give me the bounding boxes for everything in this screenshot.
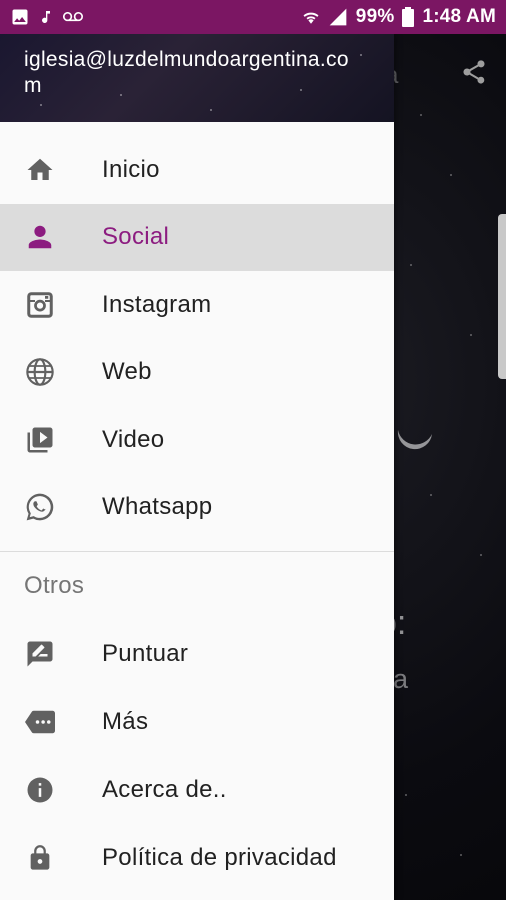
- main-menu: Inicio Social Instagram Web Video Whatsa…: [0, 122, 394, 541]
- menu-item-social[interactable]: Social: [0, 203, 394, 271]
- image-icon: [10, 7, 30, 27]
- whatsapp-icon: [24, 491, 56, 523]
- more-icon: [24, 706, 56, 738]
- menu-item-mas[interactable]: Más: [0, 688, 394, 756]
- home-icon: [24, 154, 56, 186]
- menu-item-label: Puntuar: [102, 640, 189, 667]
- battery-icon: [402, 7, 415, 27]
- globe-icon: [24, 356, 56, 388]
- lock-icon: [24, 842, 56, 874]
- battery-percent: 99%: [355, 6, 395, 27]
- menu-item-label: Social: [102, 223, 170, 251]
- music-note-icon: [38, 7, 54, 27]
- menu-item-label: Política de privacidad: [102, 844, 337, 871]
- menu-item-whatsapp[interactable]: Whatsapp: [0, 474, 394, 542]
- section-title-otros: Otros: [24, 572, 85, 599]
- clock: 1:48 AM: [422, 6, 496, 27]
- share-icon[interactable]: [460, 58, 488, 91]
- moon-icon: [392, 404, 438, 455]
- menu-item-instagram[interactable]: Instagram: [0, 271, 394, 339]
- menu-item-label: Instagram: [102, 290, 212, 318]
- menu-item-label: Más: [102, 708, 149, 735]
- account-email: iglesia@luzdelmundoargentina.com: [24, 48, 349, 97]
- menu-item-video[interactable]: Video: [0, 406, 394, 474]
- instagram-icon: [24, 289, 56, 321]
- wifi-icon: [302, 7, 320, 27]
- scroll-handle[interactable]: [498, 214, 506, 379]
- menu-item-label: Video: [102, 425, 165, 453]
- drawer-header: iglesia@luzdelmundoargentina.com: [0, 34, 394, 122]
- menu-item-label: Whatsapp: [102, 493, 213, 521]
- video-library-icon: [24, 424, 56, 456]
- menu-item-web[interactable]: Web: [0, 339, 394, 407]
- other-menu: Puntuar Más Acerca de.. Política de priv…: [0, 620, 394, 892]
- menu-item-label: Acerca de..: [102, 776, 227, 803]
- menu-item-puntuar[interactable]: Puntuar: [0, 620, 394, 688]
- status-bar: 99% 1:48 AM: [0, 0, 506, 34]
- person-icon: [24, 221, 56, 253]
- menu-item-politica[interactable]: Política de privacidad: [0, 824, 394, 892]
- voicemail-icon: [62, 7, 84, 27]
- navigation-drawer: iglesia@luzdelmundoargentina.com Inicio …: [0, 34, 394, 900]
- signal-icon: [328, 7, 348, 27]
- menu-item-label: Inicio: [102, 155, 160, 183]
- menu-item-inicio[interactable]: Inicio: [0, 136, 394, 204]
- rate-review-icon: [24, 638, 56, 670]
- menu-item-label: Web: [102, 358, 152, 386]
- info-icon: [24, 774, 56, 806]
- menu-item-acerca[interactable]: Acerca de..: [0, 756, 394, 824]
